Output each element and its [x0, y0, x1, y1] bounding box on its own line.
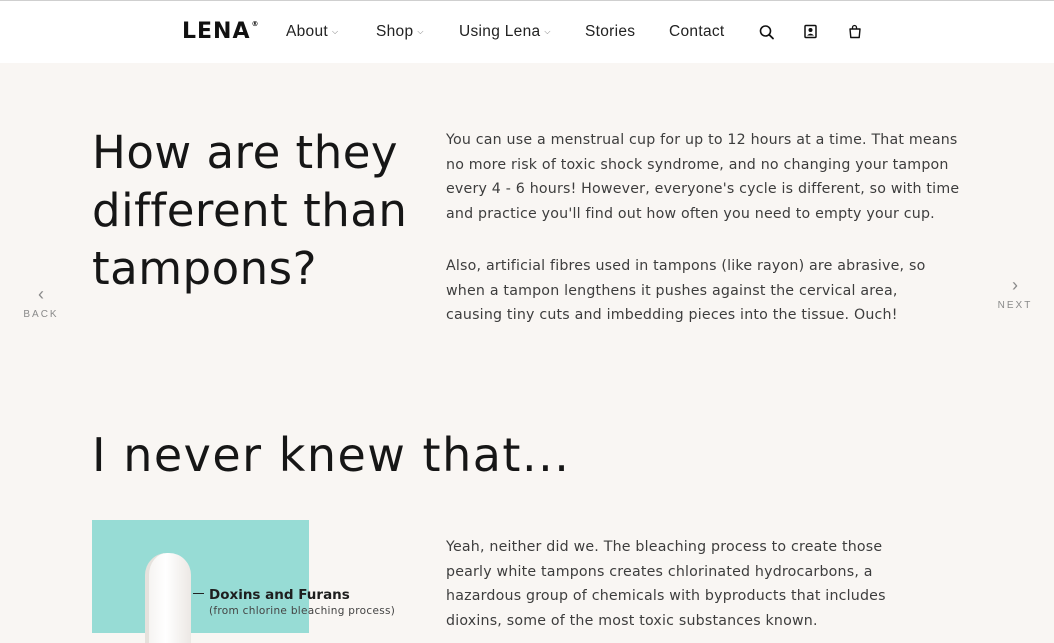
nav-stories[interactable]: Stories [585, 23, 635, 41]
logo-text: LENA [182, 19, 251, 44]
site-header: LENA® About ⌵ Shop ⌵ Using Lena ⌵ Stories C… [0, 0, 1054, 63]
nav-using-lena[interactable]: Using Lena ⌵ [459, 23, 551, 41]
next-label: NEXT [997, 300, 1033, 311]
heading-line: different than [92, 184, 408, 237]
nav-about[interactable]: About ⌵ [286, 23, 338, 41]
paragraph-artificial-fibres: Also, artificial fibres used in tampons … [446, 254, 925, 328]
search-icon[interactable] [759, 23, 775, 41]
callout-subtitle: (from chlorine bleaching process) [209, 605, 396, 617]
callout-title: Doxins and Furans [209, 587, 350, 603]
nav-shop[interactable]: Shop ⌵ [376, 23, 424, 41]
section-heading-tampons: How are they different than tampons? [92, 124, 407, 298]
logo[interactable]: LENA® [182, 19, 260, 44]
paragraph-cup-hours: You can use a menstrual cup for up to 12… [446, 128, 959, 226]
paragraph-line: every 4 - 6 hours! However, everyone's c… [446, 181, 960, 198]
carousel-next-button[interactable]: › NEXT [994, 276, 1036, 311]
heading-line: tampons? [92, 242, 318, 295]
cart-icon-svg [849, 24, 861, 39]
nav-contact[interactable]: Contact [669, 23, 725, 41]
account-icon-svg [804, 24, 817, 39]
paragraph-line: causing tiny cuts and imbedding pieces i… [446, 307, 898, 324]
paragraph-line: no more risk of toxic shock syndrome, an… [446, 156, 949, 173]
back-label: BACK [23, 309, 59, 320]
nav-shop-label: Shop [376, 23, 414, 40]
paragraph-line: Yeah, neither did we. The bleaching proc… [446, 539, 883, 555]
callout-line [193, 593, 204, 594]
carousel-back-button[interactable]: ‹ BACK [20, 285, 62, 320]
account-icon[interactable] [803, 23, 819, 41]
section-heading-never-knew: I never knew that... [92, 428, 571, 482]
paragraph-line: hazardous group of chemicals with byprod… [446, 588, 886, 605]
chevron-right-icon: › [1012, 275, 1018, 295]
chevron-down-icon: ⌵ [417, 27, 424, 36]
paragraph-line: dioxins, some of the most toxic substanc… [446, 612, 818, 629]
search-icon-svg [759, 25, 774, 40]
cart-icon[interactable] [847, 23, 863, 41]
chevron-left-icon: ‹ [38, 284, 44, 304]
paragraph-line: You can use a menstrual cup for up to 12… [446, 132, 958, 148]
heading-line: How are they [92, 126, 399, 179]
paragraph-line: Also, artificial fibres used in tampons … [446, 258, 926, 274]
chevron-down-icon: ⌵ [544, 27, 551, 36]
chevron-down-icon: ⌵ [332, 27, 339, 36]
paragraph-line: and practice you'll find out how often y… [446, 205, 935, 222]
paragraph-bleaching: Yeah, neither did we. The bleaching proc… [446, 535, 886, 633]
paragraph-line: pearly white tampons creates chlorinated… [446, 563, 873, 580]
tampon-illustration [145, 553, 191, 643]
nav-about-label: About [286, 23, 329, 40]
registered-mark: ® [251, 19, 260, 28]
paragraph-line: when a tampon lengthens it pushes agains… [446, 282, 898, 299]
nav-using-lena-label: Using Lena [459, 23, 541, 40]
